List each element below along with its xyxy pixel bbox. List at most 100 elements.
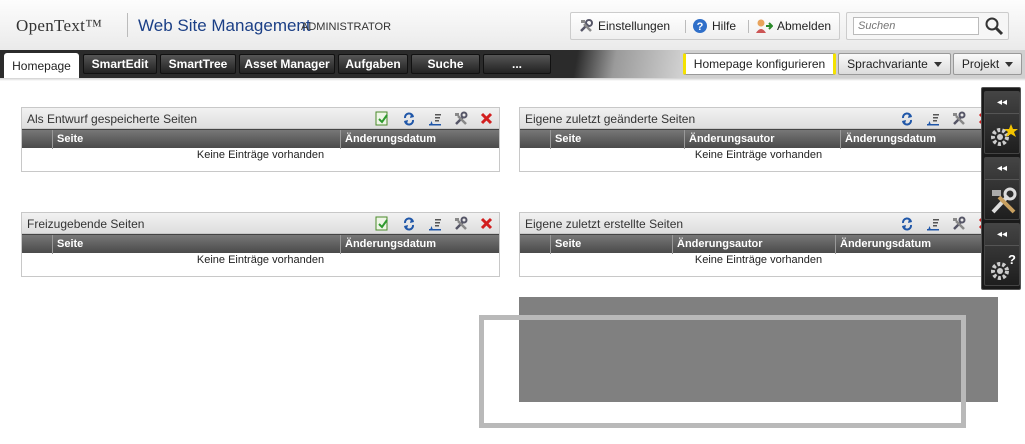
tab-more[interactable]: ... xyxy=(483,54,551,74)
drop-placeholder xyxy=(479,315,966,428)
tab-suche[interactable]: Suche xyxy=(411,54,480,74)
settings-tools-icon xyxy=(580,19,593,32)
sort-button[interactable] xyxy=(426,110,443,127)
panel-toolbar xyxy=(898,215,993,232)
svg-text:?: ? xyxy=(697,21,704,33)
sort-icon xyxy=(428,113,441,125)
language-variant-label: Sprachvariante xyxy=(847,57,928,71)
release-pages-button[interactable] xyxy=(374,110,391,127)
refresh-button[interactable] xyxy=(898,215,915,232)
menu-divider xyxy=(685,20,686,33)
column-header[interactable]: Änderungsdatum xyxy=(340,235,499,254)
user-menu: Einstellungen ? Hilfe Abmelden xyxy=(570,12,840,40)
refresh-button[interactable] xyxy=(400,110,417,127)
favorites-group: ◂◂ xyxy=(984,91,1020,154)
settings-label: Einstellungen xyxy=(598,19,671,33)
opentext-logo: OpenText™ xyxy=(16,16,103,35)
refresh-button[interactable] xyxy=(898,110,915,127)
created-pages-panel: Eigene zuletzt erstellte Seiten Seite Än… xyxy=(519,212,998,277)
tab-homepage[interactable]: Homepage xyxy=(4,53,79,78)
sort-button[interactable] xyxy=(924,110,941,127)
table-header: Seite Änderungsautor Änderungsdatum xyxy=(520,129,997,149)
sort-icon xyxy=(428,218,441,230)
table-header: Seite Änderungsdatum xyxy=(22,129,499,149)
favorites-button[interactable] xyxy=(988,120,1018,150)
svg-text:?: ? xyxy=(1008,252,1016,267)
logout-label: Abmelden xyxy=(777,19,832,33)
column-header[interactable]: Änderungsautor xyxy=(672,235,835,254)
tools-group: ◂◂ xyxy=(984,157,1020,220)
panel-settings-button[interactable] xyxy=(950,110,967,127)
collapse-button[interactable]: ◂◂ xyxy=(985,158,1019,180)
column-header[interactable]: Änderungsdatum xyxy=(835,235,997,254)
release-pages-panel: Freizugebende Seiten Seite Änderungsdatu… xyxy=(21,212,500,277)
tab-smartedit[interactable]: SmartEdit xyxy=(83,54,157,74)
panel-settings-button[interactable] xyxy=(950,215,967,232)
sort-icon xyxy=(926,113,939,125)
help-link[interactable]: ? Hilfe xyxy=(692,18,736,34)
help-icon: ? xyxy=(693,19,707,33)
empty-message: Keine Einträge vorhanden xyxy=(196,254,325,266)
collapse-button[interactable]: ◂◂ xyxy=(985,92,1019,114)
chevron-down-icon xyxy=(933,61,942,67)
chevron-down-icon xyxy=(1005,61,1014,67)
column-header[interactable]: Seite xyxy=(52,235,340,254)
gear-help-icon: ? xyxy=(991,252,1016,280)
panel-toolbar xyxy=(374,215,495,232)
close-icon xyxy=(480,112,493,125)
release-page-icon xyxy=(375,111,388,126)
panel-title: Als Entwurf gespeicherte Seiten xyxy=(27,112,198,126)
close-panel-button[interactable] xyxy=(478,110,495,127)
column-header[interactable]: Seite xyxy=(52,130,340,149)
help-label: Hilfe xyxy=(712,19,737,33)
sort-button[interactable] xyxy=(426,215,443,232)
configure-homepage-button[interactable]: Homepage konfigurieren xyxy=(683,53,836,75)
empty-message: Keine Einträge vorhanden xyxy=(196,149,325,161)
release-pages-button[interactable] xyxy=(374,215,391,232)
column-header[interactable]: Seite xyxy=(550,130,684,149)
column-header[interactable]: Änderungsautor xyxy=(684,130,840,149)
tab-smarttree[interactable]: SmartTree xyxy=(160,54,236,74)
column-header[interactable]: Änderungsdatum xyxy=(340,130,499,149)
language-variant-dropdown[interactable]: Sprachvariante xyxy=(838,53,951,75)
project-dropdown[interactable]: Projekt xyxy=(953,53,1022,75)
panel-toolbar xyxy=(374,110,495,127)
panel-title: Eigene zuletzt erstellte Seiten xyxy=(525,217,684,231)
search-input[interactable] xyxy=(853,17,979,35)
panel-settings-button[interactable] xyxy=(452,110,469,127)
column-header[interactable]: Seite xyxy=(550,235,672,254)
table-header: Seite Änderungsdatum xyxy=(22,234,499,254)
logout-link[interactable]: Abmelden xyxy=(755,18,831,34)
refresh-icon xyxy=(901,217,912,230)
panel-settings-button[interactable] xyxy=(452,215,469,232)
tools-icon xyxy=(455,111,468,125)
column-header[interactable]: Änderungsdatum xyxy=(840,130,997,149)
help-settings-button[interactable]: ? xyxy=(988,252,1018,282)
search-button[interactable] xyxy=(984,16,1004,36)
settings-link[interactable]: Einstellungen xyxy=(578,18,670,34)
sort-button[interactable] xyxy=(924,215,941,232)
search-icon xyxy=(985,17,1004,36)
panel-title: Eigene zuletzt geänderte Seiten xyxy=(525,112,696,126)
tools-icon xyxy=(953,111,966,125)
search-box xyxy=(846,12,1009,40)
tab-aufgaben[interactable]: Aufgaben xyxy=(338,54,408,74)
tools-button[interactable] xyxy=(988,186,1018,216)
configure-homepage-label: Homepage konfigurieren xyxy=(693,57,826,71)
panel-header: Eigene zuletzt geänderte Seiten xyxy=(520,108,997,129)
table-header: Seite Änderungsautor Änderungsdatum xyxy=(520,234,997,254)
tools-icon xyxy=(991,187,1017,214)
logout-user-icon xyxy=(756,19,773,33)
menu-divider xyxy=(748,20,749,33)
drafts-panel: Als Entwurf gespeicherte Seiten Seite Än… xyxy=(21,107,500,172)
collapse-button[interactable]: ◂◂ xyxy=(985,224,1019,246)
panel-header: Freizugebende Seiten xyxy=(22,213,499,234)
project-label: Projekt xyxy=(961,57,1000,71)
user-role: ADMINISTRATOR xyxy=(301,21,392,33)
gear-star-icon xyxy=(991,124,1018,146)
refresh-button[interactable] xyxy=(400,215,417,232)
close-panel-button[interactable] xyxy=(478,215,495,232)
empty-message: Keine Einträge vorhanden xyxy=(694,254,823,266)
tab-asset-manager[interactable]: Asset Manager xyxy=(239,54,335,74)
panel-toolbar xyxy=(898,110,993,127)
